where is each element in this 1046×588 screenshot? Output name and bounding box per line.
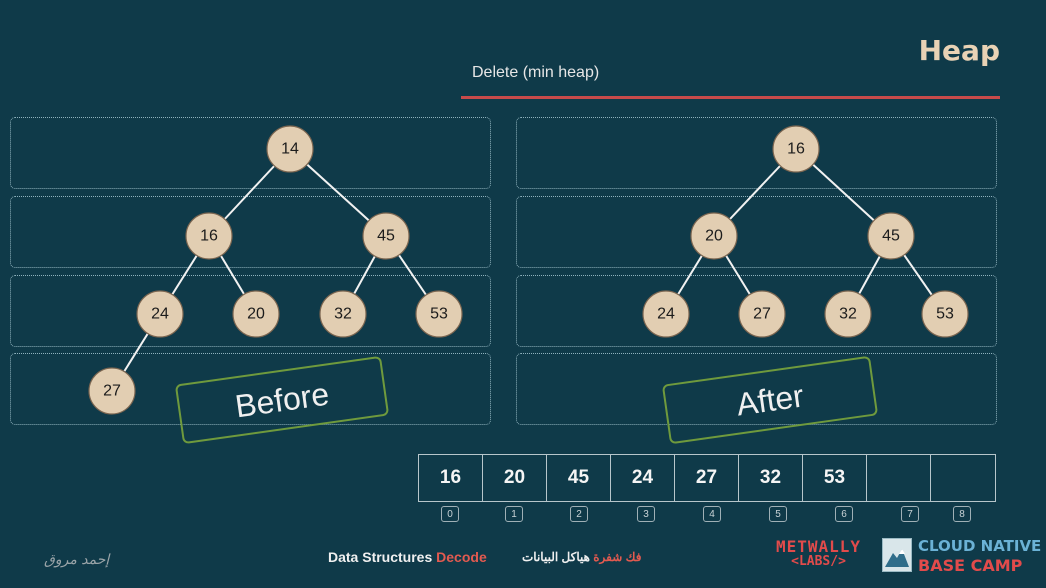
array-index: 6	[835, 506, 853, 522]
after-node: 45	[867, 212, 915, 260]
course-brand-accent: Decode	[436, 549, 487, 565]
course-brand-arabic: فك شفرة هياكل البيانات	[522, 550, 641, 564]
array-cell: 53	[803, 455, 867, 501]
before-node-value: 45	[377, 228, 395, 245]
after-node-value: 45	[882, 228, 900, 245]
before-node: 14	[266, 125, 314, 173]
after-stamp-label: After	[733, 376, 806, 423]
before-node: 27	[88, 367, 136, 415]
after-node-value: 27	[753, 306, 771, 323]
array-cell: 24	[611, 455, 675, 501]
after-node-value: 24	[657, 306, 675, 323]
array-cell: 20	[483, 455, 547, 501]
heap-array: 16 20 45 24 27 32 53	[418, 454, 996, 502]
after-node: 53	[921, 290, 969, 338]
after-node-value: 53	[936, 306, 954, 323]
after-node: 24	[642, 290, 690, 338]
array-index: 8	[953, 506, 971, 522]
before-node-value: 16	[200, 228, 218, 245]
cloud-native-logo-line2: BASE CAMP	[918, 556, 1023, 575]
array-index: 1	[505, 506, 523, 522]
course-brand-arabic-main: هياكل البيانات	[522, 550, 590, 564]
array-index: 7	[901, 506, 919, 522]
array-cell: 27	[675, 455, 739, 501]
mountain-icon	[882, 538, 912, 572]
before-node-value: 14	[281, 141, 299, 158]
after-node-value: 16	[787, 141, 805, 158]
metwally-logo-line2: <LABS/>	[791, 554, 846, 569]
array-index: 0	[441, 506, 459, 522]
before-node-value: 32	[334, 306, 352, 323]
after-node: 27	[738, 290, 786, 338]
before-node: 20	[232, 290, 280, 338]
before-node-value: 24	[151, 306, 169, 323]
array-cell	[867, 455, 931, 501]
author-signature: إحمد مروق	[44, 552, 110, 568]
course-brand-main: Data Structures	[328, 549, 433, 565]
array-cell: 16	[419, 455, 483, 501]
before-stamp-label: Before	[232, 375, 332, 424]
array-index: 5	[769, 506, 787, 522]
before-node: 53	[415, 290, 463, 338]
before-node: 45	[362, 212, 410, 260]
after-node-value: 32	[839, 306, 857, 323]
course-brand: Data Structures Decode	[328, 549, 487, 565]
after-node: 16	[772, 125, 820, 173]
array-index: 3	[637, 506, 655, 522]
before-node-value: 20	[247, 306, 265, 323]
before-node: 16	[185, 212, 233, 260]
array-cell: 45	[547, 455, 611, 501]
before-node: 32	[319, 290, 367, 338]
course-brand-arabic-accent: فك شفرة	[593, 550, 642, 564]
after-node: 32	[824, 290, 872, 338]
before-node-value: 53	[430, 306, 448, 323]
array-index: 4	[703, 506, 721, 522]
array-cell: 32	[739, 455, 803, 501]
array-cell	[931, 455, 995, 501]
before-node-value: 27	[103, 383, 121, 400]
after-node: 20	[690, 212, 738, 260]
after-node-value: 20	[705, 228, 723, 245]
metwally-labs-logo: METWALLY <LABS/>	[776, 537, 861, 569]
before-node: 24	[136, 290, 184, 338]
array-index: 2	[570, 506, 588, 522]
cloud-native-logo-line1: CLOUD NATIVE	[918, 537, 1042, 555]
